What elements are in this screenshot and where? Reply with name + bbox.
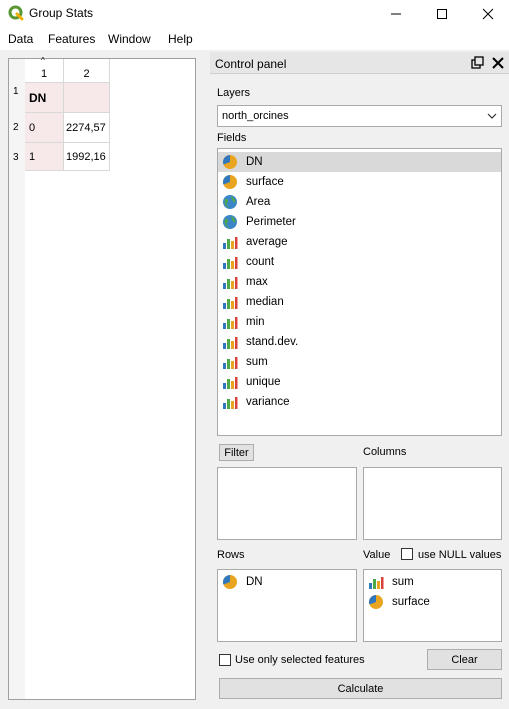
- bar-chart-icon: [222, 254, 238, 270]
- list-item-label: DN: [246, 156, 263, 168]
- value-box[interactable]: sum surface: [363, 569, 502, 642]
- pie-icon: [222, 174, 238, 190]
- pie-icon: [222, 574, 238, 590]
- list-item-label: unique: [246, 376, 281, 388]
- maximize-icon: [437, 9, 447, 19]
- close-icon: [482, 8, 494, 20]
- table-cell[interactable]: DN: [25, 83, 64, 113]
- bar-chart-icon: [222, 314, 238, 330]
- list-item-label: median: [246, 296, 284, 308]
- globe-icon: [222, 214, 238, 230]
- rows-label: Rows: [217, 549, 245, 561]
- maximize-button[interactable]: [419, 0, 465, 28]
- list-item[interactable]: count: [218, 252, 501, 272]
- use-selected-checkbox[interactable]: [219, 654, 231, 666]
- filter-button[interactable]: Filter: [219, 444, 254, 461]
- menu-window[interactable]: Window: [108, 32, 151, 46]
- columns-box[interactable]: [363, 467, 502, 540]
- control-panel-title: Control panel: [215, 57, 287, 71]
- chevron-down-icon: [487, 113, 497, 119]
- list-item[interactable]: sum: [218, 352, 501, 372]
- fields-list[interactable]: DN surface Area Perimeter average count max med…: [217, 148, 502, 436]
- table-cell[interactable]: 2274,57: [64, 113, 110, 143]
- table-cell[interactable]: 1992,16: [64, 143, 110, 171]
- bar-chart-icon: [222, 334, 238, 350]
- list-item-label: average: [246, 236, 288, 248]
- pie-icon: [222, 154, 238, 170]
- sort-up-icon: ^: [41, 56, 45, 65]
- list-item[interactable]: variance: [218, 392, 501, 412]
- table-cell[interactable]: 1: [25, 143, 64, 171]
- value-label: Value: [363, 549, 391, 561]
- layer-select-value: north_orcines: [222, 110, 289, 122]
- list-item-label: Area: [246, 196, 271, 208]
- menu-data[interactable]: Data: [8, 32, 33, 46]
- qgis-logo-icon: [8, 5, 24, 21]
- column-header-1[interactable]: ^ 1: [25, 56, 64, 83]
- list-item-label: min: [246, 316, 265, 328]
- list-item-label: variance: [246, 396, 290, 408]
- float-dock-icon[interactable]: [471, 56, 485, 70]
- bar-chart-icon: [222, 294, 238, 310]
- list-item-label: count: [246, 256, 275, 268]
- use-null-label: use NULL values: [418, 549, 502, 561]
- list-item-label: stand.dev.: [246, 336, 299, 348]
- minimize-icon: [391, 13, 401, 15]
- list-item[interactable]: surface: [218, 172, 501, 192]
- fields-label: Fields: [217, 132, 247, 144]
- filter-box[interactable]: [217, 467, 357, 540]
- close-dock-icon[interactable]: [491, 56, 505, 70]
- list-item-label: sum: [246, 356, 268, 368]
- column-header-2[interactable]: 2: [64, 59, 110, 83]
- table-cell[interactable]: 0: [25, 113, 64, 143]
- minimize-button[interactable]: [373, 0, 419, 28]
- list-item-label: max: [246, 276, 268, 288]
- close-button[interactable]: [465, 0, 509, 28]
- list-item[interactable]: surface: [364, 592, 501, 612]
- use-selected-label: Use only selected features: [235, 654, 365, 666]
- list-item[interactable]: min: [218, 312, 501, 332]
- list-item-label: surface: [392, 596, 430, 608]
- list-item-label: DN: [246, 576, 263, 588]
- clear-button[interactable]: Clear: [427, 649, 502, 670]
- calculate-button[interactable]: Calculate: [219, 678, 502, 699]
- bar-chart-icon: [222, 374, 238, 390]
- list-item[interactable]: median: [218, 292, 501, 312]
- table-cell[interactable]: [64, 83, 110, 113]
- list-item[interactable]: sum: [364, 572, 501, 592]
- menu-features[interactable]: Features: [48, 32, 95, 46]
- bar-chart-icon: [222, 234, 238, 250]
- menu-help[interactable]: Help: [168, 32, 193, 46]
- list-item[interactable]: DN: [218, 572, 356, 592]
- layers-label: Layers: [217, 87, 251, 99]
- list-item[interactable]: unique: [218, 372, 501, 392]
- row-header-2[interactable]: 2: [13, 122, 19, 133]
- window-title: Group Stats: [29, 6, 94, 20]
- bar-chart-icon: [368, 574, 384, 590]
- columns-label: Columns: [363, 446, 407, 458]
- list-item[interactable]: DN: [218, 152, 501, 172]
- list-item[interactable]: max: [218, 272, 501, 292]
- list-item[interactable]: average: [218, 232, 501, 252]
- list-item[interactable]: Perimeter: [218, 212, 501, 232]
- use-null-checkbox[interactable]: [401, 548, 413, 560]
- list-item-label: surface: [246, 176, 284, 188]
- rows-box[interactable]: DN: [217, 569, 357, 642]
- row-header-3[interactable]: 3: [13, 152, 19, 163]
- layer-select[interactable]: north_orcines: [217, 105, 502, 127]
- list-item[interactable]: stand.dev.: [218, 332, 501, 352]
- list-item-label: Perimeter: [246, 216, 296, 228]
- bar-chart-icon: [222, 394, 238, 410]
- list-item[interactable]: Area: [218, 192, 501, 212]
- row-header-1[interactable]: 1: [13, 86, 19, 97]
- bar-chart-icon: [222, 354, 238, 370]
- bar-chart-icon: [222, 274, 238, 290]
- globe-icon: [222, 194, 238, 210]
- pie-icon: [368, 594, 384, 610]
- list-item-label: sum: [392, 576, 414, 588]
